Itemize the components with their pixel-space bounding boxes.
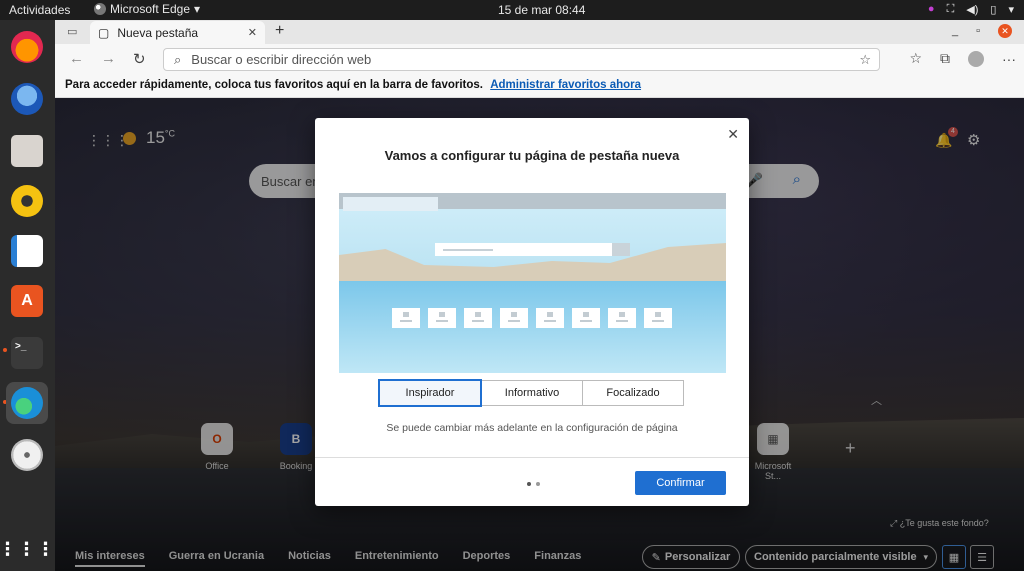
dock-dvd[interactable] <box>6 434 48 476</box>
system-tray[interactable]: ● ⛶ ◀) ▯ ▾ <box>928 3 1014 16</box>
profile-avatar[interactable] <box>968 50 984 67</box>
dock-terminal[interactable]: >_ <box>6 332 48 374</box>
chevron-down-icon: ▾ <box>194 2 201 16</box>
edge-app-icon <box>94 3 106 15</box>
power-menu-icon[interactable]: ▾ <box>1008 3 1014 16</box>
tab-actions-icon[interactable]: ▭ <box>67 25 77 38</box>
edge-icon <box>11 387 43 419</box>
favorites-icon[interactable]: ☆ <box>909 50 922 67</box>
dock-edge[interactable] <box>6 382 48 424</box>
new-tab-button[interactable]: + <box>275 22 284 40</box>
maximize-icon[interactable]: ▫ <box>976 25 980 37</box>
dialog-hint: Se puede cambiar más adelante en la conf… <box>386 422 678 434</box>
tab-title: Nueva pestaña <box>117 25 199 40</box>
software-icon: A <box>11 285 43 317</box>
more-icon[interactable]: ··· <box>1002 51 1016 67</box>
dock-rhythmbox[interactable] <box>6 180 48 222</box>
page-icon: ▢ <box>98 25 110 40</box>
add-favorite-icon[interactable]: ☆ <box>859 52 871 68</box>
rhythmbox-icon <box>11 185 43 217</box>
show-apps-button[interactable]: ⋮⋮⋮ <box>0 528 56 570</box>
search-icon: ⌕ <box>174 51 182 67</box>
dialog-title: Vamos a configurar tu página de pestaña … <box>384 148 680 163</box>
firefox-icon <box>11 31 43 63</box>
apps-grid-icon: ⋮⋮⋮ <box>0 538 56 559</box>
dock-firefox[interactable] <box>6 26 48 68</box>
indicator-icon[interactable]: ● <box>928 3 935 16</box>
preview-tab <box>343 197 438 211</box>
layout-options: Inspirador Informativo Focalizado <box>378 379 684 408</box>
layout-preview-image <box>339 193 726 373</box>
tab-strip: ▭ ▢ Nueva pestaña ✕ + _ ▫ ✕ <box>55 20 1024 44</box>
writer-icon <box>11 235 43 267</box>
tab-new-tab[interactable]: ▢ Nueva pestaña ✕ <box>90 21 265 44</box>
dock-thunderbird[interactable] <box>6 78 48 120</box>
option-focalizado[interactable]: Focalizado <box>582 380 684 406</box>
files-icon <box>11 135 43 167</box>
address-input[interactable]: Buscar o escribir dirección web <box>191 52 371 67</box>
app-menu-label: Microsoft Edge <box>110 2 191 16</box>
preview-search-box <box>435 243 630 256</box>
activities-button[interactable]: Actividades <box>9 3 70 17</box>
dvd-icon <box>11 439 43 471</box>
option-inspirador[interactable]: Inspirador <box>378 379 482 407</box>
address-bar[interactable]: ⌕ Buscar o escribir dirección web ☆ <box>163 48 880 71</box>
dock-writer[interactable] <box>6 230 48 272</box>
close-icon[interactable]: ✕ <box>727 126 739 143</box>
collections-icon[interactable]: ⧉ <box>940 50 950 67</box>
edge-window: ▭ ▢ Nueva pestaña ✕ + _ ▫ ✕ ← → ↻ ⌕ Busc… <box>55 20 1024 571</box>
back-icon[interactable]: ← <box>69 50 84 67</box>
manage-favorites-link[interactable]: Administrar favoritos ahora <box>490 79 641 91</box>
dock-software[interactable]: A <box>6 280 48 322</box>
volume-icon[interactable]: ◀) <box>966 3 978 16</box>
clock[interactable]: 15 de mar 08:44 <box>498 3 585 17</box>
battery-icon[interactable]: ▯ <box>990 3 996 16</box>
option-informativo[interactable]: Informativo <box>481 380 583 406</box>
system-top-bar: Actividades Microsoft Edge ▾ 15 de mar 0… <box>0 0 1024 20</box>
dock: A >_ ⋮⋮⋮ <box>0 20 55 571</box>
dialog-divider <box>315 457 749 458</box>
window-close-icon[interactable]: ✕ <box>998 24 1012 38</box>
dock-files[interactable] <box>6 130 48 172</box>
thunderbird-icon <box>11 83 43 115</box>
confirm-button[interactable]: Confirmar <box>635 471 726 495</box>
network-icon[interactable]: ⛶ <box>947 3 955 16</box>
forward-icon[interactable]: → <box>101 50 116 67</box>
favorites-bar: Para acceder rápidamente, coloca tus fav… <box>55 74 1024 98</box>
setup-dialog: ✕ Vamos a configurar tu página de pestañ… <box>315 118 749 506</box>
app-menu[interactable]: Microsoft Edge ▾ <box>94 2 200 16</box>
pagination-dots <box>527 482 540 486</box>
minimize-icon[interactable]: _ <box>952 25 958 37</box>
tab-close-icon[interactable]: ✕ <box>248 26 257 39</box>
toolbar: ← → ↻ ⌕ Buscar o escribir dirección web … <box>55 44 1024 74</box>
preview-tiles <box>392 308 672 328</box>
favorites-bar-text: Para acceder rápidamente, coloca tus fav… <box>65 79 483 91</box>
refresh-icon[interactable]: ↻ <box>133 50 146 68</box>
terminal-icon: >_ <box>11 337 43 369</box>
